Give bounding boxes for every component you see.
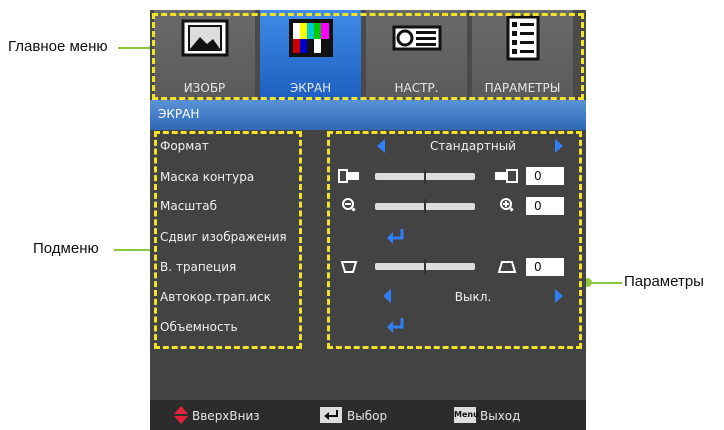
zoom-value: 0 xyxy=(526,197,564,215)
parameters-callout: Параметры xyxy=(624,273,704,290)
keystone-increase-icon[interactable] xyxy=(497,260,517,274)
keystone-value: 0 xyxy=(526,258,564,276)
osd-menu: ИЗОБР ЭКРАН НАСТР. ПАРАМЕТРЫ ЭКРАН Форма… xyxy=(150,10,586,430)
menu-key-icon: Menu xyxy=(454,407,479,423)
mask-value: 0 xyxy=(526,167,564,185)
mask-slider-thumb[interactable] xyxy=(424,169,426,184)
submenu-highlight xyxy=(154,131,302,349)
format-prev-arrow[interactable] xyxy=(377,139,385,153)
footer-bar: ВверхВниз Выбор Menu Выход xyxy=(150,400,586,430)
submenu-callout: Подменю xyxy=(33,240,99,257)
keystone-slider-thumb[interactable] xyxy=(424,259,426,274)
auto-keystone-prev-arrow[interactable] xyxy=(383,289,391,303)
keystone-decrease-icon[interactable] xyxy=(340,260,358,274)
footer-updown-label: ВверхВниз xyxy=(192,409,260,423)
3d-enter-icon[interactable] xyxy=(386,317,406,333)
main-menu-highlight xyxy=(152,13,584,100)
enter-key-icon xyxy=(320,407,342,423)
main-menu-callout-line xyxy=(118,47,152,49)
mask-increase-icon[interactable] xyxy=(494,169,518,183)
zoom-out-icon[interactable] xyxy=(341,197,357,213)
menu-body: Формат Маска контура Масштаб Сдвиг изобр… xyxy=(150,130,586,400)
parameters-callout-line xyxy=(587,282,622,284)
submenu-callout-line xyxy=(114,249,154,251)
section-title: ЭКРАН xyxy=(158,107,200,121)
main-menu-callout: Главное меню xyxy=(8,38,108,55)
zoom-in-icon[interactable] xyxy=(499,197,515,213)
auto-keystone-value: Выкл. xyxy=(454,290,492,304)
parameters-highlight xyxy=(327,131,582,349)
footer-select-label: Выбор xyxy=(347,409,388,423)
mask-decrease-icon[interactable] xyxy=(338,169,360,183)
footer-exit-label: Выход xyxy=(480,409,521,423)
image-shift-enter-icon[interactable] xyxy=(386,228,406,244)
section-title-bar: ЭКРАН xyxy=(150,100,586,130)
zoom-slider-thumb[interactable] xyxy=(424,199,426,214)
auto-keystone-next-arrow[interactable] xyxy=(555,289,563,303)
format-next-arrow[interactable] xyxy=(555,139,563,153)
format-value: Стандартный xyxy=(430,139,516,153)
up-down-arrows-icon xyxy=(174,406,188,424)
